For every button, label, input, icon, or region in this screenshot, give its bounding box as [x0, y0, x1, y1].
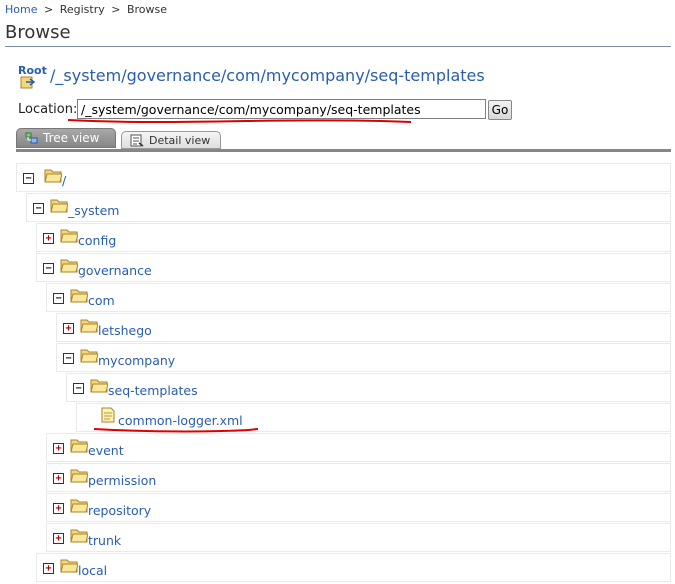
expand-icon[interactable]: +	[53, 473, 64, 484]
breadcrumb-registry: Registry	[59, 3, 105, 16]
breadcrumb-separator: >	[111, 3, 121, 16]
folder-icon	[70, 527, 88, 543]
expand-icon[interactable]: +	[63, 323, 74, 334]
tree-node-local: + local	[36, 553, 671, 582]
current-path-title[interactable]: /_system/governance/com/mycompany/seq-te…	[50, 66, 485, 85]
folder-icon	[50, 197, 68, 213]
tree-node-governance: − governance	[36, 253, 671, 282]
tree-node-common-logger: common-logger.xml	[76, 403, 671, 432]
folder-icon	[60, 227, 78, 243]
tree-node-permission: + permission	[46, 463, 671, 492]
detail-view-icon	[130, 134, 144, 147]
tree-node-mycompany: − mycompany	[56, 343, 671, 372]
collapse-icon[interactable]: −	[33, 203, 44, 214]
collapse-icon[interactable]: −	[53, 293, 64, 304]
collapse-icon[interactable]: −	[43, 263, 54, 274]
expand-icon[interactable]: +	[53, 503, 64, 514]
expand-icon[interactable]: +	[53, 443, 64, 454]
expand-icon[interactable]: +	[43, 233, 54, 244]
folder-icon	[70, 437, 88, 453]
tree-node-label[interactable]: /	[62, 173, 66, 188]
folder-icon	[70, 497, 88, 513]
root-arrow-icon[interactable]	[20, 74, 36, 90]
collapse-icon[interactable]: −	[73, 383, 84, 394]
tree-view-icon	[25, 132, 38, 144]
folder-icon	[80, 317, 98, 333]
tree-node-label[interactable]: permission	[88, 473, 156, 488]
tree-node-event: + event	[46, 433, 671, 462]
tree-node-label[interactable]: letshego	[98, 323, 152, 338]
folder-icon	[60, 257, 78, 273]
breadcrumb-home-link[interactable]: Home	[5, 3, 37, 16]
tree-node-label[interactable]: seq-templates	[108, 383, 198, 398]
tree-node-label[interactable]: mycompany	[98, 353, 175, 368]
tree-node-com: − com	[46, 283, 671, 312]
page-title: Browse	[5, 22, 71, 43]
tree-node-label[interactable]: event	[88, 443, 124, 458]
tree-node-label[interactable]: config	[78, 233, 116, 248]
tab-detail-view-label: Detail view	[149, 133, 211, 147]
location-input[interactable]	[77, 99, 486, 119]
tree-node-label[interactable]: repository	[88, 503, 151, 518]
tree-node-trunk: + trunk	[46, 523, 671, 552]
breadcrumb: Home > Registry > Browse	[5, 3, 167, 16]
go-button[interactable]: Go	[488, 100, 512, 120]
tab-tree-view-label: Tree view	[43, 131, 100, 145]
folder-icon	[70, 287, 88, 303]
expand-icon[interactable]: +	[43, 563, 54, 574]
tree-node-label[interactable]: trunk	[88, 533, 121, 548]
tree-node-label[interactable]: governance	[78, 263, 152, 278]
tab-bar-divider	[16, 149, 671, 152]
collapse-icon[interactable]: −	[23, 173, 34, 184]
collapse-icon[interactable]: −	[63, 353, 74, 364]
tree-node-config: + config	[36, 223, 671, 252]
breadcrumb-browse: Browse	[126, 3, 168, 16]
folder-icon	[80, 347, 98, 363]
tab-tree-view[interactable]: Tree view	[16, 128, 116, 148]
expand-icon[interactable]: +	[53, 533, 64, 544]
folder-icon	[70, 467, 88, 483]
tree-node-seq-templates: − seq-templates	[66, 373, 671, 402]
tree-node-label[interactable]: common-logger.xml	[118, 413, 243, 428]
tree-node-label[interactable]: com	[88, 293, 115, 308]
tree-node-root: − /	[16, 163, 671, 192]
tree-node-letshego: + letshego	[56, 313, 671, 342]
tree-node-repository: + repository	[46, 493, 671, 522]
folder-icon	[60, 557, 78, 573]
folder-icon	[90, 377, 108, 393]
tree-node-label[interactable]: local	[78, 563, 107, 578]
location-label: Location:	[18, 102, 78, 117]
tab-detail-view[interactable]: Detail view	[121, 131, 221, 149]
title-divider	[5, 46, 671, 47]
xml-file-icon	[101, 407, 115, 423]
tree-node-label[interactable]: _system	[68, 203, 119, 218]
breadcrumb-separator: >	[43, 3, 54, 16]
tree-node-system: − _system	[26, 193, 671, 222]
folder-icon	[44, 167, 62, 183]
